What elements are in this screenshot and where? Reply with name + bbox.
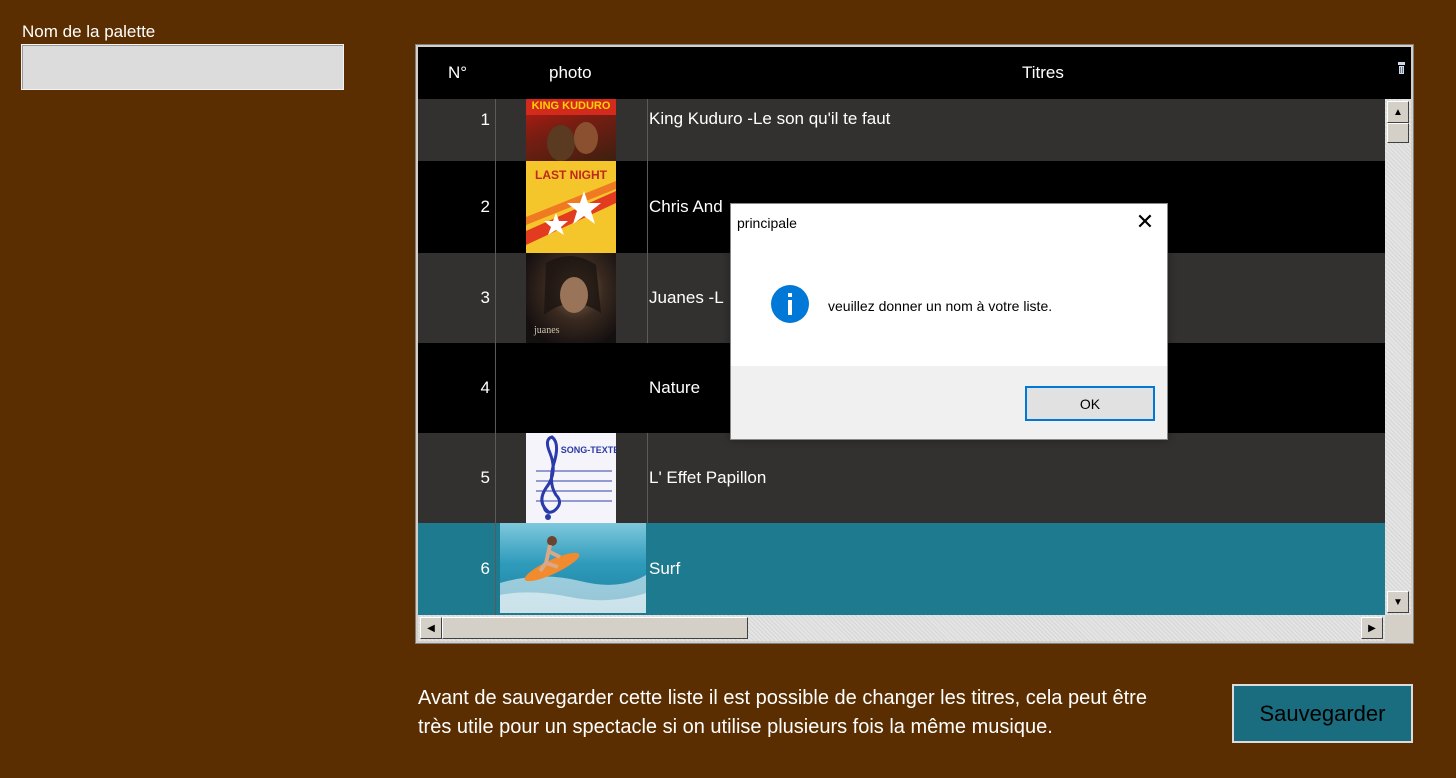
row-number: 6 <box>418 523 496 615</box>
save-button[interactable]: Sauvegarder <box>1232 684 1413 743</box>
row-title[interactable]: Nature <box>649 343 700 433</box>
vertical-scrollbar[interactable]: ▲ ▼ <box>1385 99 1411 615</box>
table-row[interactable]: 1 KING KUDURO King Kuduro -Le son qu'il … <box>418 99 1385 163</box>
column-header-titles[interactable]: Titres <box>1022 63 1064 83</box>
row-title[interactable]: L' Effet Papillon <box>649 433 766 523</box>
close-icon[interactable]: ✕ <box>1133 210 1157 234</box>
grid-header: N° photo Titres <box>418 47 1411 99</box>
row-number: 4 <box>418 343 496 433</box>
album-thumbnail <box>500 523 646 613</box>
dialog-message: veuillez donner un nom à votre liste. <box>828 298 1053 314</box>
photo-cell[interactable]: KING KUDURO <box>498 99 648 163</box>
horizontal-scrollbar[interactable]: ◀ ▶ <box>418 615 1385 641</box>
row-title[interactable]: Chris And <box>649 161 723 253</box>
photo-cell[interactable]: juanes <box>498 253 648 343</box>
column-selector-icon[interactable] <box>1398 62 1405 74</box>
palette-name-label: Nom de la palette <box>22 22 156 41</box>
column-header-number[interactable]: N° <box>448 63 467 83</box>
album-thumbnail: juanes <box>526 253 616 343</box>
album-art-text: KING KUDURO <box>532 100 611 112</box>
table-row[interactable]: 5 SONG-TEXTE L' Effet Papillon <box>418 433 1385 523</box>
photo-cell[interactable] <box>498 523 648 615</box>
photo-cell[interactable]: SONG-TEXTE <box>498 433 648 523</box>
row-title[interactable]: Juanes -L <box>649 253 724 343</box>
ok-button[interactable]: OK <box>1025 386 1155 421</box>
album-art-graphic: KING KUDURO <box>526 99 616 161</box>
dialog-footer: OK <box>731 366 1167 439</box>
album-art-text: LAST NIGHT <box>535 168 608 182</box>
info-icon <box>771 285 809 323</box>
scroll-down-button[interactable]: ▼ <box>1387 591 1409 613</box>
column-header-photo[interactable]: photo <box>549 63 592 83</box>
info-text: Avant de sauvegarder cette liste il est … <box>418 687 1147 738</box>
photo-cell[interactable]: LAST NIGHT <box>498 161 648 253</box>
album-thumbnail: SONG-TEXTE <box>526 433 616 523</box>
row-number: 3 <box>418 253 496 343</box>
scrollbar-corner <box>1385 615 1411 641</box>
dialog-title: principale <box>737 215 797 231</box>
album-art-graphic: LAST NIGHT <box>526 161 616 253</box>
row-number: 2 <box>418 161 496 253</box>
vertical-scroll-thumb[interactable] <box>1387 123 1409 143</box>
message-dialog: principale ✕ veuillez donner un nom à vo… <box>730 203 1168 440</box>
photo-cell[interactable] <box>498 343 648 433</box>
album-art-graphic: juanes <box>533 255 601 336</box>
album-art-graphic: SONG-TEXTE <box>526 433 616 523</box>
table-row-selected[interactable]: 6 Surf <box>418 523 1385 615</box>
row-title[interactable]: Surf <box>649 523 680 615</box>
album-thumbnail: KING KUDURO <box>526 99 616 163</box>
scroll-up-button[interactable]: ▲ <box>1387 101 1409 123</box>
row-number: 1 <box>418 99 496 161</box>
album-art-text: SONG-TEXTE <box>561 445 616 455</box>
scroll-left-button[interactable]: ◀ <box>420 617 442 639</box>
row-number: 5 <box>418 433 496 523</box>
scroll-right-button[interactable]: ▶ <box>1361 617 1383 639</box>
horizontal-scroll-thumb[interactable] <box>442 617 748 639</box>
album-art-text: juanes <box>533 325 560 336</box>
surf-photo-graphic <box>500 536 646 613</box>
album-thumbnail: LAST NIGHT <box>526 161 616 253</box>
palette-name-input[interactable] <box>21 44 344 90</box>
